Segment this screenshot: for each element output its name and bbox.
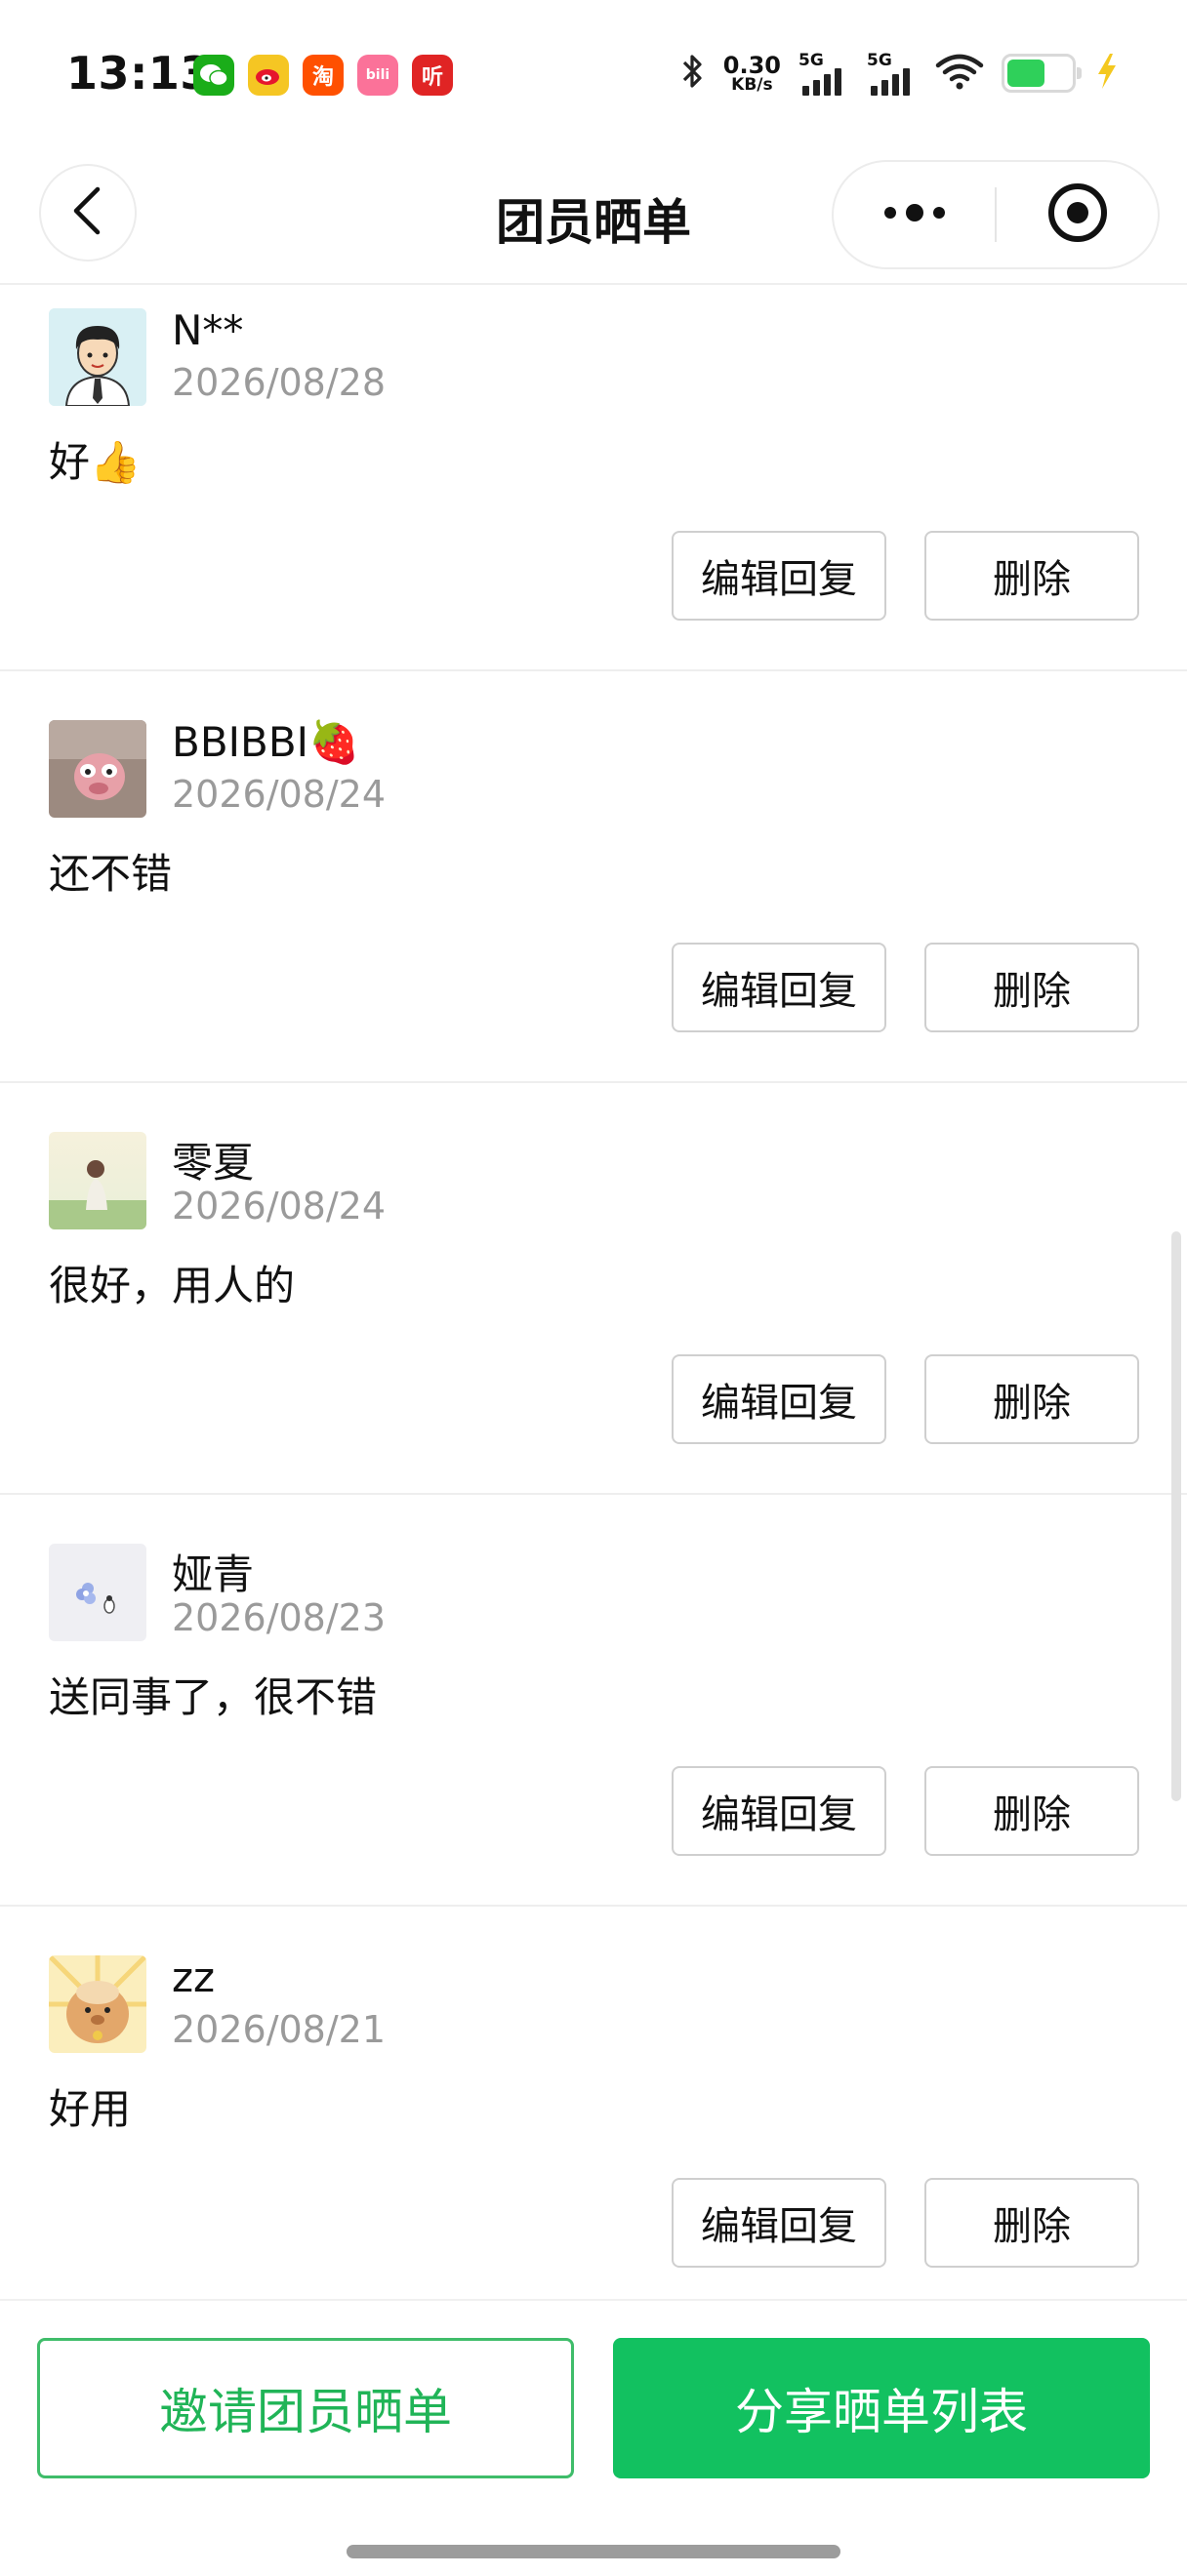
reviewer-name: N** [172, 306, 244, 354]
review-comment: 送同事了，很不错 [49, 1673, 378, 1721]
battery-level [1007, 60, 1045, 87]
weibo-icon [248, 55, 289, 96]
edit-reply-button[interactable]: 编辑回复 [672, 943, 886, 1032]
status-time: 13:13 [66, 47, 212, 100]
wifi-icon [935, 52, 984, 95]
review-item: BBIBBI🍓 2026/08/24 还不错 编辑回复 删除 [0, 671, 1187, 1083]
review-comment: 好用 [49, 2085, 132, 2133]
review-item: 娅青 2026/08/23 送同事了，很不错 编辑回复 删除 [0, 1495, 1187, 1907]
bluetooth-icon [680, 52, 706, 95]
more-button[interactable] [834, 162, 995, 267]
avatar [49, 1132, 146, 1229]
avatar [49, 308, 146, 406]
delete-button[interactable]: 删除 [924, 1766, 1139, 1856]
delete-button[interactable]: 删除 [924, 2178, 1139, 2268]
avatar [49, 1955, 146, 2053]
review-date: 2026/08/24 [172, 773, 387, 816]
reviewer-name: 娅青 [172, 1550, 255, 1598]
nav-bar: 团员晒单 [0, 146, 1187, 285]
battery-icon [1002, 54, 1082, 93]
notification-app-icons: 淘 bili 听 [193, 55, 453, 96]
review-item: zz 2026/08/21 好用 编辑回复 删除 [0, 1907, 1187, 2318]
review-date: 2026/08/28 [172, 361, 387, 404]
bottom-action-bar: 邀请团员晒单 分享晒单列表 [0, 2299, 1187, 2576]
share-review-list-button[interactable]: 分享晒单列表 [613, 2338, 1150, 2478]
edit-reply-button[interactable]: 编辑回复 [672, 531, 886, 621]
signal-label-sim1: 5G [798, 51, 824, 70]
edit-reply-button[interactable]: 编辑回复 [672, 1766, 886, 1856]
review-item: 零夏 2026/08/24 很好，用人的 编辑回复 删除 [0, 1083, 1187, 1495]
system-status-icons: 0.30 KB/s 5G 5G [680, 51, 1121, 96]
signal-icon-sim1: 5G [798, 51, 849, 96]
review-date: 2026/08/23 [172, 1596, 387, 1639]
delete-button[interactable]: 删除 [924, 943, 1139, 1032]
avatar [49, 720, 146, 818]
mini-program-capsule [832, 160, 1160, 269]
charging-icon [1093, 52, 1121, 95]
ting-icon: 听 [412, 55, 453, 96]
home-indicator[interactable] [347, 2545, 840, 2558]
network-speed: 0.30 KB/s [723, 54, 781, 94]
reviewer-name: zz [172, 1953, 216, 2001]
delete-button[interactable]: 删除 [924, 1354, 1139, 1444]
close-mini-program-button[interactable] [997, 162, 1158, 267]
target-circle-icon [1046, 181, 1109, 248]
edit-reply-button[interactable]: 编辑回复 [672, 2178, 886, 2268]
review-comment: 还不错 [49, 850, 173, 898]
more-dots-icon [880, 202, 949, 227]
invite-members-review-button[interactable]: 邀请团员晒单 [37, 2338, 574, 2478]
avatar [49, 1544, 146, 1641]
review-item: N** 2026/08/28 好👍 编辑回复 删除 [0, 285, 1187, 671]
review-comment: 好👍 [49, 438, 142, 486]
status-bar: 13:13 淘 bili 听 0.30 KB/s 5G 5G [0, 0, 1187, 146]
network-speed-unit: KB/s [731, 74, 773, 95]
signal-icon-sim2: 5G [867, 51, 918, 96]
taobao-icon: 淘 [303, 55, 344, 96]
review-list: N** 2026/08/28 好👍 编辑回复 删除 BBIBBI🍓 2026/0… [0, 285, 1187, 2318]
wechat-icon [193, 55, 234, 96]
reviewer-name: 零夏 [172, 1139, 255, 1187]
signal-label-sim2: 5G [867, 51, 892, 70]
review-date: 2026/08/24 [172, 1185, 387, 1228]
reviewer-name: BBIBBI🍓 [172, 718, 360, 766]
network-speed-value: 0.30 [722, 51, 781, 79]
edit-reply-button[interactable]: 编辑回复 [672, 1354, 886, 1444]
delete-button[interactable]: 删除 [924, 531, 1139, 621]
bilibili-icon: bili [357, 55, 398, 96]
scrollbar[interactable] [1171, 1231, 1181, 1801]
review-date: 2026/08/21 [172, 2008, 387, 2051]
review-comment: 很好，用人的 [49, 1262, 296, 1309]
